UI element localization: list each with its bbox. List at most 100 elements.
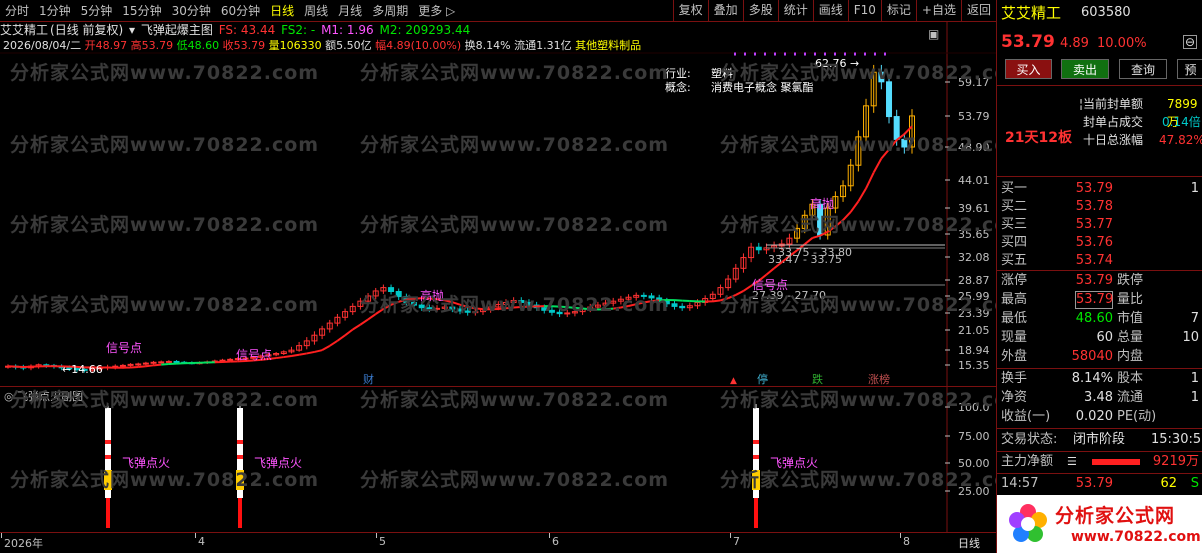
event-tag: 停 [757,372,768,386]
ma-line-segment [865,172,875,189]
x-axis-label: 5 [379,535,386,548]
watermark-text: 分析家公式网www.70822.com [10,134,320,156]
period-tab-3[interactable]: 15分钟 [117,0,166,22]
y-tick-label: 32.08 [958,251,990,264]
toolbar-button-3[interactable]: 统计 [777,0,813,22]
tick-row: 14:57 53.79 62 S [1001,476,1199,491]
bid-volume: 1 [1190,181,1199,196]
period-tab-1[interactable]: 1分钟 [34,0,76,22]
bid-label: 买二 [1001,199,1028,214]
period-tab-10[interactable]: 更多 ▷ [413,0,460,22]
watermark-text: 分析家公式网www.70822.com [10,469,320,491]
period-tab-2[interactable]: 5分钟 [76,0,118,22]
watermark-text: 分析家公式网www.70822.com [10,62,320,84]
candle-body [142,362,149,365]
watermark-text: 分析家公式网www.70822.com [360,469,670,491]
ma-line-segment [321,344,331,352]
high-throw-label: 高抛 [810,196,834,211]
ma-line-segment [804,237,814,245]
toolbar-button-4[interactable]: 画线 [812,0,848,22]
buy-button[interactable]: 买入 [1005,59,1052,79]
sidebar-pct: 10.00% [1097,36,1147,51]
turnover-row: 换手 8.14% 股本 1 [1001,371,1199,386]
watermark-text: 分析家公式网www.70822.com [720,294,1030,316]
period-tab-8[interactable]: 月线 [333,0,367,22]
toolbar-button-2[interactable]: 多股 [742,0,778,22]
x-tick [1,533,2,538]
x-tick [900,533,901,538]
bid-label: 买一 [1001,181,1028,196]
stock-title-row: 艾艾精工 603580 [997,4,1202,26]
rocket-stripe [237,455,243,459]
x-axis: 2026年 4 5 6 7 8 日线 [0,532,996,553]
query-button[interactable]: 查询 [1119,59,1167,79]
x-axis-label: 8 [903,535,910,548]
seal-row: ¦当前封单额 7899万 [997,95,1202,129]
watermark-text: 分析家公式网www.70822.com [360,294,670,316]
period-tab-4[interactable]: 30分钟 [167,0,216,22]
toolbar-button-6[interactable]: 标记 [880,0,916,22]
divider [997,428,1202,429]
streak-badge: 21天12板 [1005,130,1072,146]
watermark-text: 分析家公式网www.70822.com [10,294,320,316]
seal-label: ¦当前封单额 [1079,97,1144,111]
ma-line-segment [344,328,354,337]
sidebar-stock-code: 603580 [1081,5,1131,20]
extra-button[interactable]: 预 [1177,59,1202,79]
y-tick-label: 18.94 [958,344,990,357]
divider [997,270,1202,271]
ma-line-segment [298,352,307,356]
bid-label: 买四 [1001,235,1028,250]
period-tab-7[interactable]: 周线 [299,0,333,22]
rocket-tail [754,498,758,528]
bid-label: 买五 [1001,253,1028,268]
bid-price: 53.74 [1075,253,1113,268]
x-axis-period[interactable]: 日线 [958,535,980,551]
bid-row: 买一 53.79 1 [997,180,1202,198]
period-tab-6[interactable]: 日线 [265,0,299,22]
candle-body [150,361,157,364]
y-tick-label: 21.05 [958,324,990,337]
collapse-icon[interactable]: ⊖ [1183,35,1197,49]
stock-chart-window: 分时 1分钟 5分钟 15分钟 30分钟 60分钟 日线 周线 月线 多周期 更多 ▷ 复权 叠加 多股统… [0,0,1202,553]
y-tick-label: 53.79 [958,110,990,123]
ma-line-segment [314,349,323,353]
watermark-text: 分析家公式网www.70822.com [10,389,320,411]
divider [997,473,1202,474]
divider [997,451,1202,452]
event-tag: 跌 [812,372,823,386]
candle-body [227,358,234,361]
toolbar-button-1[interactable]: 叠加 [707,0,743,22]
bid-row: 买三 53.77 [997,216,1202,234]
toolbar-button-0[interactable]: 复权 [672,0,708,22]
signal-label: 信号点 [106,341,142,355]
sell-button[interactable]: 卖出 [1061,59,1109,79]
watermark-text: 分析家公式网www.70822.com [720,389,1030,411]
ma-line-segment [153,363,162,367]
period-tab-9[interactable]: 多周期 [367,0,413,22]
y-tick-label: 28.87 [958,274,990,287]
ma-line-segment [329,339,338,347]
low-price-label: ←14.66 [62,363,103,376]
ma-line-segment [283,354,292,359]
ten-day-label: 十日总涨幅 [1083,133,1144,147]
toolbar-button-7[interactable]: +自选 [915,0,961,22]
bid-price: 53.76 [1075,235,1113,250]
state-row: 交易状态: 闭市阶段 15:30:53 [1001,432,1202,447]
period-tab-0[interactable]: 分时 [0,0,34,22]
flower-logo-icon [1009,504,1047,542]
x-tick [195,533,196,538]
period-tab-5[interactable]: 60分钟 [216,0,265,22]
list-icon[interactable]: ☰ [1067,453,1077,471]
limit-row: 涨停 53.79 跌停 [1001,273,1144,288]
x-axis-label: 2026年 [4,537,43,550]
bid-price: 53.78 [1075,199,1113,214]
candle-body [679,305,686,309]
watermark-text: 分析家公式网www.70822.com [360,389,670,411]
toolbar-button-5[interactable]: F10 [847,0,881,22]
ma-line-segment [138,365,146,368]
x-axis-label: 6 [552,535,559,548]
ma-line-segment [291,353,300,357]
toolbar-button-8[interactable]: 返回 [960,0,996,22]
watermark-text: 分析家公式网www.70822.com [360,62,670,84]
